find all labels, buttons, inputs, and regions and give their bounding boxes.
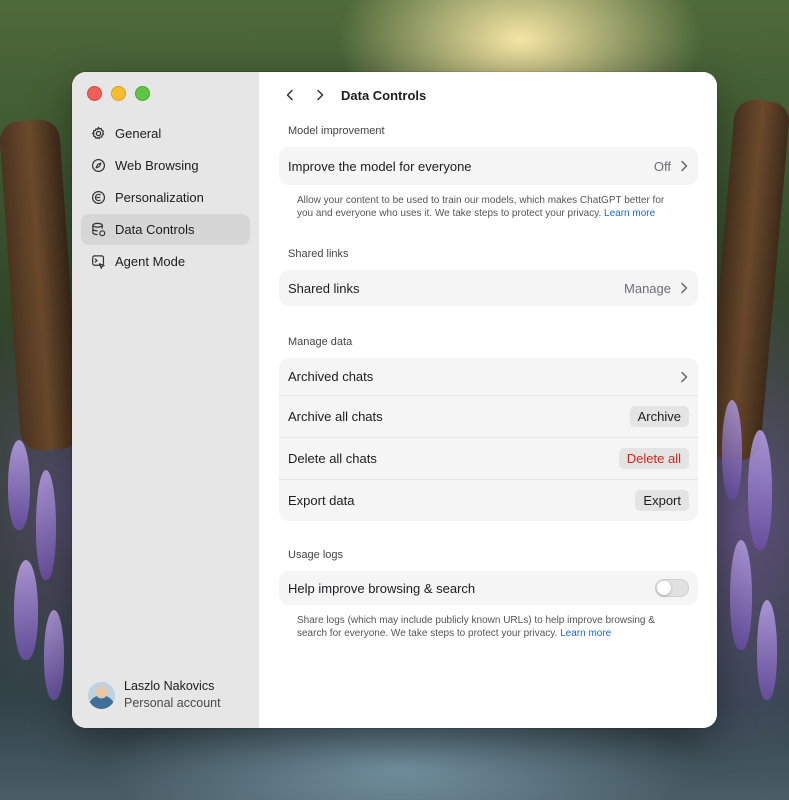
sidebar: General Web Browsing Personalization Dat… [72,72,260,728]
personalization-icon [91,190,106,205]
export-data-row: Export data Export [279,479,698,521]
chevron-right-icon [317,89,324,101]
archive-button[interactable]: Archive [629,406,689,427]
settings-content: Model improvement Improve the model for … [279,124,698,640]
chevron-right-icon [681,371,688,382]
sidebar-item-label: Agent Mode [115,254,186,269]
export-button[interactable]: Export [635,490,689,511]
help-improve-toggle[interactable] [655,579,689,597]
shared-links-card: Shared links Manage [279,270,698,306]
sidebar-item-label: General [115,126,162,141]
main-panel: Data Controls Model improvement Improve … [259,72,717,728]
gear-icon [91,126,105,140]
sidebar-nav: General Web Browsing Personalization Dat… [81,118,250,278]
shared-links-row[interactable]: Shared links Manage [279,270,698,306]
section-label-usage-logs: Usage logs [288,549,344,561]
usage-logs-description: Share logs (which may include publicly k… [297,615,655,639]
account-button[interactable]: Laszlo Nakovics Personal account [88,678,221,712]
database-icon [92,222,106,237]
avatar [88,681,115,709]
sidebar-item-agent-mode[interactable]: Agent Mode [81,246,250,277]
section-label-shared-links: Shared links [288,248,349,260]
improve-model-row[interactable]: Improve the model for everyone Off [279,147,698,185]
improve-model-label: Improve the model for everyone [288,158,472,174]
window-controls [87,86,150,101]
shared-links-label: Shared links [288,280,360,296]
toggle-knob [657,581,671,595]
sidebar-item-label: Web Browsing [115,158,199,173]
delete-all-row: Delete all chats Delete all [279,437,698,479]
chevron-left-icon [286,89,293,101]
minimize-window-button[interactable] [111,86,126,101]
sidebar-item-personalization[interactable]: Personalization [81,182,250,213]
manage-data-card: Archived chats Archive all chats Archive… [279,358,698,521]
section-label-manage-data: Manage data [288,336,353,348]
archive-all-row: Archive all chats Archive [279,395,698,437]
chevron-right-icon [681,160,688,172]
page-title: Data Controls [341,87,427,103]
settings-window: General Web Browsing Personalization Dat… [72,72,717,728]
help-improve-label: Help improve browsing & search [288,580,476,596]
learn-more-link[interactable]: Learn more [560,628,611,639]
compass-icon [91,158,106,173]
delete-all-label: Delete all chats [288,451,377,466]
sidebar-item-label: Data Controls [115,222,195,237]
archive-all-label: Archive all chats [288,409,383,424]
agent-icon [92,255,105,269]
sidebar-item-data-controls[interactable]: Data Controls [81,214,250,245]
close-window-button[interactable] [87,86,102,101]
section-label-model-improvement: Model improvement [288,125,385,137]
export-data-label: Export data [288,493,355,508]
forward-button[interactable] [309,84,331,106]
sidebar-item-label: Personalization [115,190,204,205]
learn-more-link[interactable]: Learn more [604,208,655,219]
improve-model-value: Off [653,158,671,174]
zoom-window-button[interactable] [135,86,150,101]
toolbar: Data Controls [279,84,426,106]
account-name: Laszlo Nakovics [124,679,215,693]
usage-logs-card: Help improve browsing & search [279,571,698,605]
model-improvement-description: Allow your content to be used to train o… [297,195,665,219]
manage-shared-links: Manage [624,280,671,296]
back-button[interactable] [279,84,301,106]
account-type: Personal account [124,696,221,710]
model-improvement-card: Improve the model for everyone Off [279,147,698,185]
help-improve-row: Help improve browsing & search [279,571,698,605]
archived-chats-label: Archived chats [288,369,374,384]
archived-chats-row[interactable]: Archived chats [279,358,698,395]
sidebar-item-web-browsing[interactable]: Web Browsing [81,150,250,181]
chevron-right-icon [681,282,688,294]
sidebar-item-general[interactable]: General [81,118,250,149]
delete-all-button[interactable]: Delete all [618,448,689,469]
